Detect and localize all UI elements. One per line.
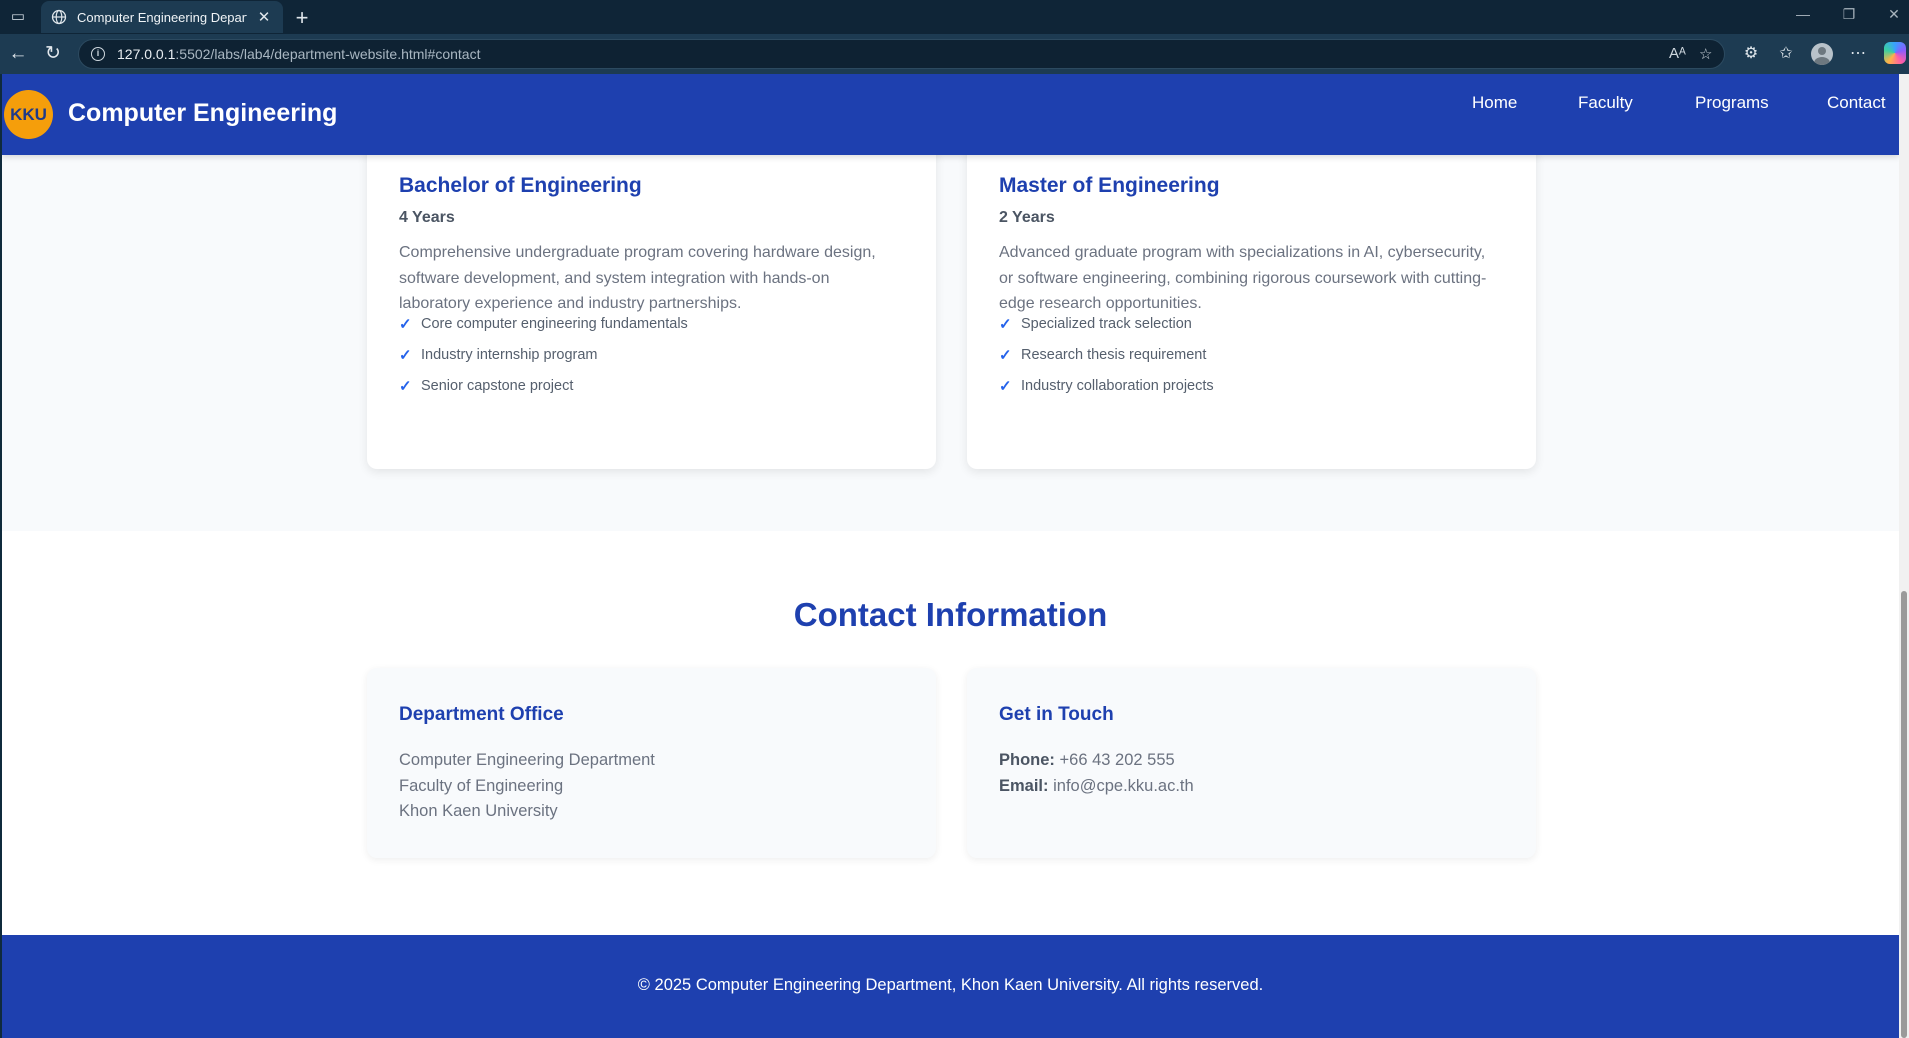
program-card-master: Master of Engineering 2 Years Advanced g… — [967, 105, 1536, 469]
check-icon: ✓ — [999, 377, 1012, 395]
nav-faculty[interactable]: Faculty — [1578, 93, 1633, 113]
browser-toolbar: ← ↻ i 127.0.0.1:5502/labs/lab4/departmen… — [0, 34, 1909, 74]
minimize-icon[interactable]: — — [1792, 6, 1814, 22]
program-title: Bachelor of Engineering — [399, 174, 642, 197]
contact-section: Contact Information Department Office Co… — [2, 531, 1899, 935]
extensions-icon[interactable]: ⚙ — [1740, 43, 1762, 65]
contact-details: Phone: +66 43 202 555 Email: info@cpe.kk… — [999, 748, 1194, 799]
program-description: Advanced graduate program with specializ… — [999, 244, 1487, 312]
check-icon: ✓ — [399, 315, 412, 333]
tab-title: Computer Engineering Departme — [77, 9, 247, 25]
favorites-icon[interactable]: ✩ — [1775, 43, 1797, 65]
programs-section: Bachelor of Engineering 4 Years Comprehe… — [2, 105, 1899, 531]
email-link[interactable]: info@cpe.kku.ac.th — [1053, 777, 1194, 795]
touch-heading: Get in Touch — [999, 704, 1114, 725]
program-features: ✓ Core computer engineering fundamentals … — [399, 308, 688, 401]
feature-item: ✓ Core computer engineering fundamentals — [399, 315, 688, 333]
check-icon: ✓ — [399, 346, 412, 364]
nav-programs[interactable]: Programs — [1695, 93, 1769, 113]
tab-actions-icon[interactable]: ▭ — [8, 8, 28, 26]
page-viewport: KKU Computer Engineering Home Faculty Pr… — [2, 74, 1899, 1038]
back-icon[interactable]: ← — [7, 43, 29, 65]
email-line: Email: info@cpe.kku.ac.th — [999, 776, 1194, 795]
nav-home[interactable]: Home — [1472, 93, 1517, 113]
site-header: KKU Computer Engineering Home Faculty Pr… — [2, 74, 1899, 155]
kku-logo: KKU — [4, 90, 53, 139]
feature-item: ✓ Research thesis requirement — [999, 346, 1207, 364]
copilot-icon[interactable] — [1884, 42, 1906, 64]
program-card-bachelor: Bachelor of Engineering 4 Years Comprehe… — [367, 105, 936, 469]
footer-copyright: © 2025 Computer Engineering Department, … — [637, 976, 1264, 994]
address-bar[interactable]: i 127.0.0.1:5502/labs/lab4/department-we… — [78, 39, 1725, 69]
nav-contact[interactable]: Contact — [1827, 93, 1886, 113]
program-features: ✓ Specialized track selection ✓ Research t… — [999, 308, 1214, 401]
browser-tab[interactable]: Computer Engineering Departme ✕ — [41, 1, 283, 33]
favorite-star-icon[interactable]: ☆ — [1699, 45, 1712, 63]
read-aloud-icon[interactable]: Aᴬ — [1669, 45, 1686, 62]
more-menu-icon[interactable]: ⋯ — [1847, 43, 1869, 65]
feature-item: ✓ Industry collaboration projects — [999, 377, 1214, 395]
feature-item: ✓ Specialized track selection — [999, 315, 1192, 333]
close-tab-icon[interactable]: ✕ — [255, 8, 273, 26]
contact-title: Contact Information — [793, 596, 1108, 633]
site-info-icon[interactable]: i — [91, 47, 105, 61]
get-in-touch-card: Get in Touch Phone: +66 43 202 555 Email… — [967, 668, 1536, 858]
url-text: 127.0.0.1:5502/labs/lab4/department-webs… — [117, 46, 481, 62]
feature-item: ✓ Industry internship program — [399, 346, 598, 364]
globe-icon — [51, 9, 67, 25]
scrollbar-thumb[interactable] — [1901, 591, 1907, 1038]
new-tab-button[interactable]: + — [290, 5, 314, 31]
check-icon: ✓ — [999, 346, 1012, 364]
office-heading: Department Office — [399, 704, 564, 725]
restore-icon[interactable]: ❐ — [1838, 6, 1860, 23]
close-window-icon[interactable]: ✕ — [1883, 6, 1905, 23]
profile-avatar-icon[interactable] — [1811, 43, 1833, 65]
office-address: Computer Engineering Department Faculty … — [399, 751, 655, 820]
site-title: Computer Engineering — [68, 99, 338, 127]
department-office-card: Department Office Computer Engineering D… — [367, 668, 936, 858]
program-duration: 4 Years — [399, 209, 455, 226]
program-duration: 2 Years — [999, 209, 1055, 226]
site-footer: © 2025 Computer Engineering Department, … — [2, 935, 1899, 1038]
check-icon: ✓ — [999, 315, 1012, 333]
refresh-icon[interactable]: ↻ — [42, 43, 64, 65]
feature-item: ✓ Senior capstone project — [399, 377, 574, 395]
program-description: Comprehensive undergraduate program cove… — [399, 244, 876, 312]
check-icon: ✓ — [399, 377, 412, 395]
browser-tab-strip: ▭ Computer Engineering Departme ✕ + — ❐ … — [0, 0, 1909, 34]
phone-line: Phone: +66 43 202 555 — [999, 751, 1175, 769]
page-scrollbar[interactable] — [1899, 74, 1909, 1038]
program-title: Master of Engineering — [999, 174, 1220, 197]
